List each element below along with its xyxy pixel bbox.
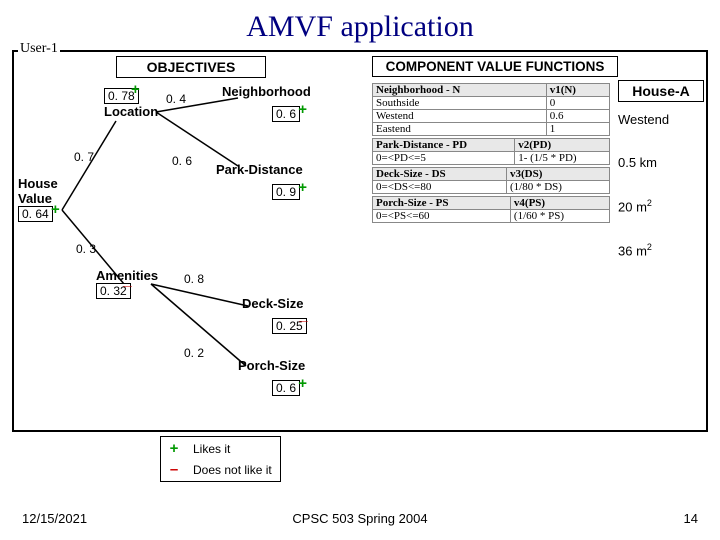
legend: + Likes it – Does not like it [160, 436, 281, 482]
neighborhood-label: Neighborhood [222, 84, 311, 99]
legend-likes: Likes it [187, 439, 278, 458]
porchsize-value-box: 0. 6 + [272, 380, 300, 396]
node-neighborhood: Neighborhood [222, 84, 311, 99]
parkdist-value-number: 0. 9 [276, 185, 296, 199]
edge-weight-parkdist: 0. 6 [172, 154, 192, 168]
cvf-table-parkdist: Park-Distance - PDv2(PD) 0=<PD<=51- (1/5… [372, 138, 610, 165]
cvf-td: 1- (1/5 * PD) [515, 152, 610, 165]
node-house-value: House Value 0. 64 + [18, 176, 58, 222]
slide-title: AMVF application [0, 0, 720, 50]
node-amenities: Amenities 0. 32 _ [96, 268, 158, 299]
decksize-label: Deck-Size [242, 296, 303, 311]
objectives-column: OBJECTIVES House Value 0. 64 + 0. 7 0. 3… [16, 56, 366, 416]
house-porch: 36 m2 [618, 242, 704, 258]
house-neighborhood: Westend [618, 112, 704, 127]
decksize-value: 0. 25 _ [272, 318, 307, 334]
footer-course: CPSC 503 Spring 2004 [0, 511, 720, 526]
cvf-td: 0 [546, 97, 609, 110]
cvf-td: 0=<PS<=60 [373, 210, 511, 223]
minus-icon: _ [299, 311, 307, 321]
tree-lines [16, 56, 366, 416]
cvf-th: Park-Distance - PD [373, 139, 515, 152]
cvf-th: v1(N) [546, 84, 609, 97]
amenities-value-box: 0. 32 _ [96, 283, 131, 299]
minus-icon: – [163, 460, 185, 479]
footer-page: 14 [684, 511, 698, 526]
porchsize-label: Porch-Size [238, 358, 305, 373]
cvf-table-neighborhood: Neighborhood - Nv1(N) Southside0 Westend… [372, 83, 610, 136]
cvf-td: Southside [373, 97, 547, 110]
node-porchsize: Porch-Size [238, 358, 305, 373]
cvf-td: (1/80 * DS) [506, 181, 609, 194]
node-location: 0. 78 + Location [104, 88, 158, 119]
edge-weight-location: 0. 7 [74, 150, 94, 164]
legend-dislikes: Does not like it [187, 460, 278, 479]
node-parkdist: Park-Distance [216, 162, 303, 177]
cvf-td: 1 [546, 123, 609, 136]
neighborhood-value-box: 0. 6 + [272, 106, 300, 122]
minus-icon: _ [123, 276, 131, 286]
cvf-table-deck: Deck-Size - DSv3(DS) 0=<DS<=80(1/80 * DS… [372, 167, 610, 194]
cvf-th: v3(DS) [506, 168, 609, 181]
cvf-th: Neighborhood - N [373, 84, 547, 97]
cvf-column: COMPONENT VALUE FUNCTIONS Neighborhood -… [372, 56, 618, 225]
cvf-td: (1/60 * PS) [510, 210, 609, 223]
house-column: House-A Westend 0.5 km 20 m2 36 m2 [618, 56, 704, 287]
house-value-box: 0. 64 + [18, 206, 53, 222]
cvf-td: 0=<DS<=80 [373, 181, 507, 194]
location-value-box: 0. 78 + [104, 88, 139, 104]
plus-icon: + [131, 85, 140, 95]
plus-icon: + [163, 439, 185, 458]
cvf-th: Porch-Size - PS [373, 197, 511, 210]
neighborhood-value: 0. 6 + [272, 106, 300, 122]
plus-icon: + [298, 105, 307, 115]
house-value-number: 0. 64 [22, 207, 49, 221]
user-label: User-1 [18, 41, 60, 57]
plus-icon: + [298, 183, 307, 193]
edge-weight-amenities: 0. 3 [76, 242, 96, 256]
neighborhood-value-number: 0. 6 [276, 107, 296, 121]
parkdist-value-box: 0. 9 + [272, 184, 300, 200]
cvf-header: COMPONENT VALUE FUNCTIONS [372, 56, 618, 77]
location-label: Location [104, 104, 158, 119]
house-header: House-A [618, 80, 704, 102]
house-deck: 20 m2 [618, 198, 704, 214]
cvf-td: Eastend [373, 123, 547, 136]
decksize-value-box: 0. 25 _ [272, 318, 307, 334]
edge-weight-porch: 0. 2 [184, 346, 204, 360]
cvf-th: Deck-Size - DS [373, 168, 507, 181]
porchsize-value: 0. 6 + [272, 380, 300, 396]
plus-icon: + [51, 205, 60, 215]
cvf-td: 0=<PD<=5 [373, 152, 515, 165]
cvf-th: v4(PS) [510, 197, 609, 210]
node-decksize: Deck-Size [242, 296, 303, 311]
cvf-th: v2(PD) [515, 139, 610, 152]
cvf-td: Westend [373, 110, 547, 123]
cvf-td: 0.6 [546, 110, 609, 123]
parkdist-label: Park-Distance [216, 162, 303, 177]
cvf-table-porch: Porch-Size - PSv4(PS) 0=<PS<=60(1/60 * P… [372, 196, 610, 223]
house-parkdist: 0.5 km [618, 155, 704, 170]
plus-icon: + [298, 379, 307, 389]
edge-weight-neighborhood: 0. 4 [166, 92, 186, 106]
user-panel: User-1 OBJECTIVES House Value 0. 64 + 0.… [12, 50, 708, 432]
parkdist-value: 0. 9 + [272, 184, 300, 200]
porchsize-value-number: 0. 6 [276, 381, 296, 395]
edge-weight-deck: 0. 8 [184, 272, 204, 286]
